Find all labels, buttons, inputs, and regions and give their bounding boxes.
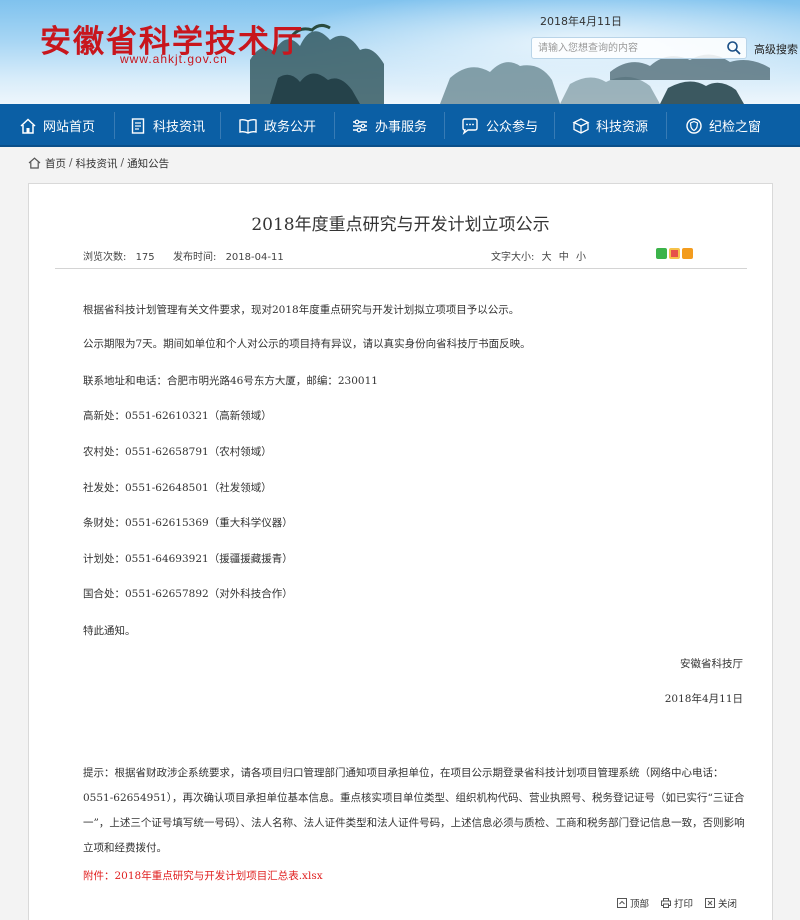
nav-label: 办事服务 xyxy=(374,120,427,135)
article-title: 2018年度重点研究与开发计划立项公示 xyxy=(251,215,550,235)
signature: 安徽省科技厅 xyxy=(680,658,743,670)
advanced-search-link[interactable]: 高级搜索 xyxy=(754,41,798,57)
fontsize-label: 文字大小: xyxy=(491,252,535,263)
header-date: 2018年4月11日 xyxy=(540,15,622,28)
notice-text: 提示：根据省财政涉企系统要求，请各项目归口管理部门通知项目承担单位，在项目公示期… xyxy=(83,767,745,854)
print-label: 打印 xyxy=(674,899,694,910)
service-icon xyxy=(352,119,367,132)
shield-icon xyxy=(686,117,702,134)
sign-date: 2018年4月11日 xyxy=(664,693,743,705)
paragraph: 条财处：0551-62615369（重大科学仪器） xyxy=(83,517,293,529)
print-icon xyxy=(661,898,672,908)
book-icon xyxy=(239,118,257,134)
breadcrumb-notices[interactable]: 通知公告 xyxy=(127,156,169,171)
chat-icon xyxy=(462,117,478,135)
print-button[interactable]: 打印 xyxy=(661,896,693,910)
home-icon xyxy=(28,157,41,169)
nav-label: 科技资讯 xyxy=(152,120,205,135)
wechat-share-icon[interactable] xyxy=(656,248,667,259)
paragraph: 高新处：0551-62610321（高新领域） xyxy=(83,410,272,422)
nav-item-gov[interactable]: 政务公开 xyxy=(220,104,334,147)
nav-label: 网站首页 xyxy=(42,120,95,135)
nav-label: 科技资源 xyxy=(595,120,648,135)
search-input[interactable] xyxy=(538,40,718,56)
breadcrumb-home[interactable]: 首页 xyxy=(45,156,66,171)
view-count: 浏览次数: 175 xyxy=(83,248,155,263)
news-icon xyxy=(131,117,145,134)
fontsize-medium[interactable]: 中 xyxy=(559,252,569,263)
paragraph: 特此通知。 xyxy=(83,625,136,637)
top-label: 顶部 xyxy=(630,899,650,910)
nav-item-resources[interactable]: 科技资源 xyxy=(554,104,666,147)
font-size-control: 文字大小: 大 中 小 xyxy=(491,248,586,263)
nav-item-home[interactable]: 网站首页 xyxy=(0,104,114,147)
breadcrumb-news[interactable]: 科技资讯 xyxy=(76,156,118,171)
fontsize-large[interactable]: 大 xyxy=(542,252,552,263)
article-tools: 顶部 打印 关闭 xyxy=(617,896,737,910)
nav-label: 公众参与 xyxy=(485,120,538,135)
paragraph: 公示期限为7天。期间如单位和个人对公示的项目持有异议，请以真实身份向省科技厅书面… xyxy=(83,338,531,350)
nav-item-discipline[interactable]: 纪检之窗 xyxy=(666,104,780,147)
nav-item-service[interactable]: 办事服务 xyxy=(334,104,444,147)
pubtime-label: 发布时间: xyxy=(173,252,217,263)
paragraph: 社发处：0551-62648501（社发领域） xyxy=(83,482,272,494)
site-header: 安徽省科学技术厅 www.ahkjt.gov.cn 2018年4月11日 高级搜… xyxy=(0,0,800,104)
views-label: 浏览次数: xyxy=(83,252,127,263)
paragraph: 计划处：0551-64693921（援疆援藏援青） xyxy=(83,553,293,565)
main-nav: 网站首页 科技资讯 政务公开 办事服务 公众参与 科技资源 纪检之窗 xyxy=(0,104,800,147)
attachment-link[interactable]: 2018年重点研究与开发计划项目汇总表.xlsx xyxy=(115,870,323,882)
weibo-share-icon[interactable] xyxy=(669,248,680,259)
search-box xyxy=(531,37,747,59)
home-icon xyxy=(20,117,36,134)
top-button[interactable]: 顶部 xyxy=(617,896,649,910)
paragraph: 根据省科技计划管理有关文件要求，现对2018年度重点研究与开发计划拟立项项目予以… xyxy=(83,304,520,316)
fontsize-small[interactable]: 小 xyxy=(576,252,586,263)
nav-label: 政务公开 xyxy=(263,120,316,135)
search-icon[interactable] xyxy=(726,40,742,56)
meta-divider xyxy=(55,268,747,269)
publish-time: 发布时间: 2018-04-11 xyxy=(173,248,284,263)
top-icon xyxy=(617,898,627,908)
close-button[interactable]: 关闭 xyxy=(705,896,737,910)
nav-item-news[interactable]: 科技资讯 xyxy=(114,104,220,147)
article-card: 2018年度重点研究与开发计划立项公示 浏览次数: 175 发布时间: 2018… xyxy=(28,183,773,920)
share-buttons xyxy=(656,248,693,259)
paragraph: 农村处：0551-62658791（农村领域） xyxy=(83,446,272,458)
views-value: 175 xyxy=(135,252,155,263)
article-meta: 浏览次数: 175 发布时间: 2018-04-11 文字大小: 大 中 小 xyxy=(83,248,751,264)
plus-share-icon[interactable] xyxy=(682,248,693,259)
paragraph: 联系地址和电话：合肥市明光路46号东方大厦，邮编：230011 xyxy=(83,375,378,387)
box-icon xyxy=(572,117,590,134)
paragraph: 国合处：0551-62657892（对外科技合作） xyxy=(83,588,293,600)
close-label: 关闭 xyxy=(718,899,738,910)
site-url: www.ahkjt.gov.cn xyxy=(120,52,228,66)
attachment-prefix: 附件： xyxy=(83,870,115,882)
breadcrumb-separator: / xyxy=(120,157,125,169)
breadcrumb-separator: / xyxy=(69,157,73,169)
breadcrumb: 首页 / 科技资讯 / 通知公告 xyxy=(28,155,169,171)
nav-item-public[interactable]: 公众参与 xyxy=(444,104,554,147)
pubtime-value: 2018-04-11 xyxy=(225,252,284,263)
attachment: 附件：2018年重点研究与开发计划项目汇总表.xlsx xyxy=(83,868,323,883)
nav-label: 纪检之窗 xyxy=(708,120,761,135)
close-icon xyxy=(705,898,716,908)
